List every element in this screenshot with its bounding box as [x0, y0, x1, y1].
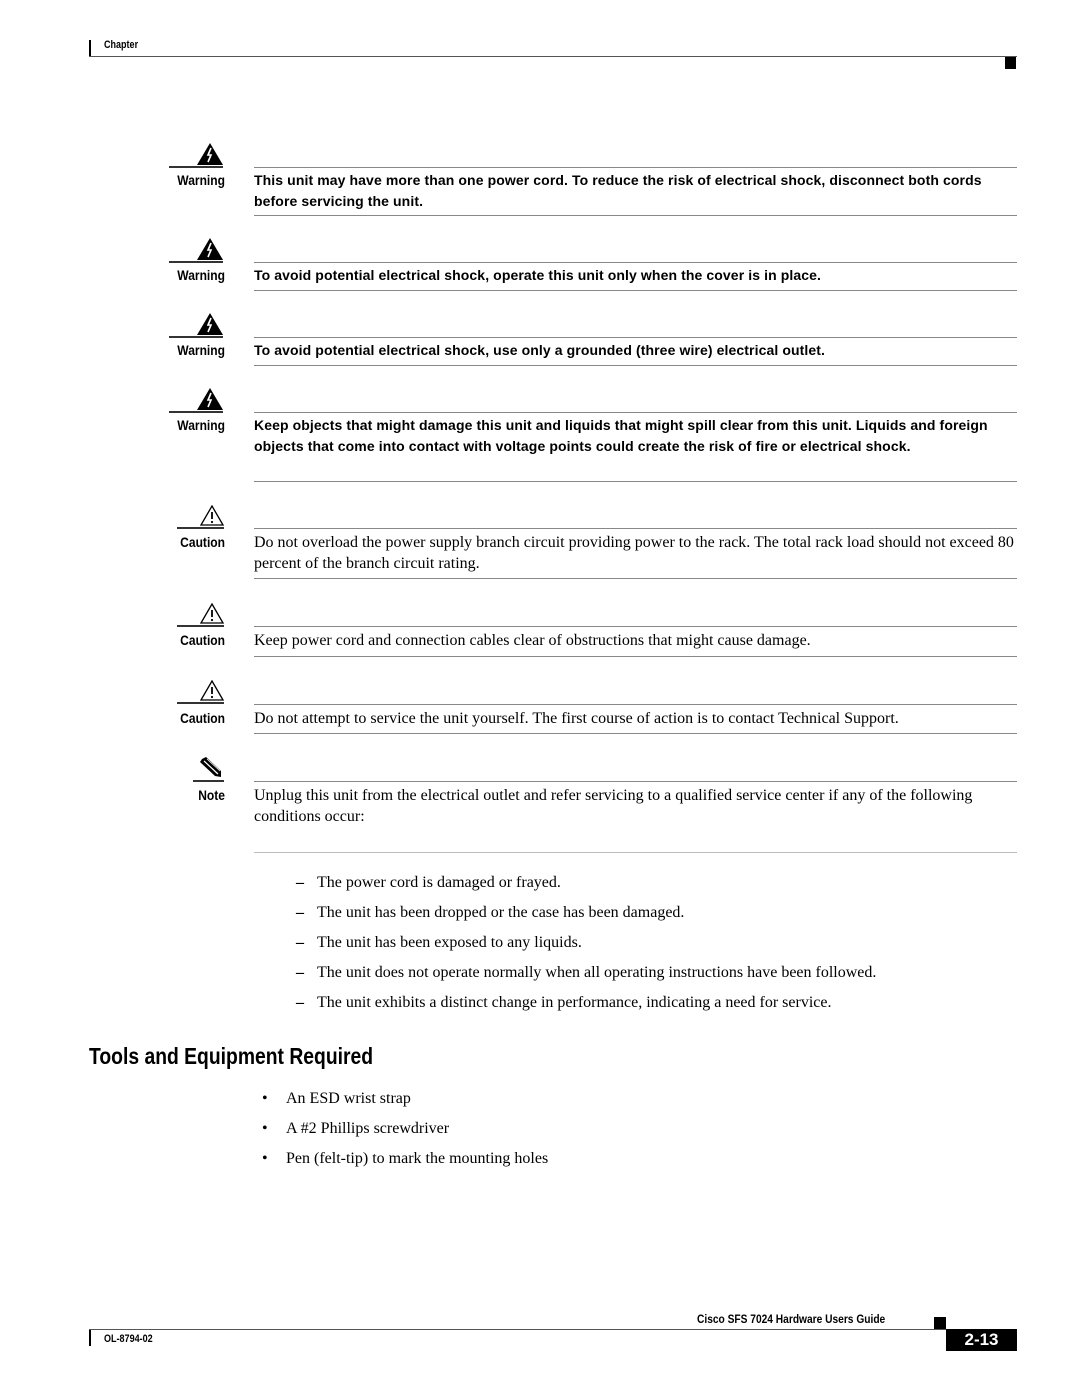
bottom-rule — [254, 215, 1017, 216]
caution-exclamation-icon — [200, 603, 224, 624]
note-text: Unplug this unit from the electrical out… — [254, 787, 973, 825]
dash-marker: – — [296, 964, 304, 981]
list-item-text: The unit exhibits a distinct change in p… — [317, 994, 832, 1011]
caution-exclamation-icon — [200, 505, 224, 526]
top-rule — [254, 412, 1017, 413]
header-chapter-label: Chapter — [104, 39, 139, 51]
header-bar — [89, 40, 91, 56]
list-item-text: A #2 Phillips screwdriver — [286, 1120, 450, 1137]
icon-rule — [169, 166, 223, 168]
caution-exclamation-icon — [200, 680, 224, 701]
note-label: Note — [198, 787, 225, 803]
warning-label: Warning — [177, 342, 225, 358]
bottom-rule — [254, 578, 1017, 579]
warning-label: Warning — [177, 267, 225, 283]
icon-rule — [169, 411, 223, 413]
list-item-text: An ESD wrist strap — [286, 1090, 411, 1107]
bottom-rule — [254, 733, 1017, 734]
caution-label: Caution — [180, 632, 225, 648]
bullet-marker: • — [262, 1120, 268, 1137]
warning-label: Warning — [177, 417, 225, 433]
top-rule — [254, 528, 1017, 529]
icon-rule — [169, 261, 223, 263]
note-pencil-icon — [200, 757, 221, 777]
page-number-badge: 2-13 — [946, 1329, 1017, 1351]
dash-marker: – — [296, 874, 304, 891]
warning-lightning-icon — [197, 313, 223, 335]
bottom-rule — [254, 481, 1017, 482]
warning-text: This unit may have more than one power c… — [254, 172, 982, 209]
top-rule — [254, 167, 1017, 168]
caution-label: Caution — [180, 710, 225, 726]
list-item-text: The power cord is damaged or frayed. — [317, 874, 561, 891]
header-rule — [89, 56, 1017, 57]
icon-rule — [177, 625, 224, 627]
top-rule — [254, 626, 1017, 627]
warning-text: To avoid potential electrical shock, ope… — [254, 267, 822, 283]
dash-marker: – — [296, 904, 304, 921]
top-rule — [254, 781, 1017, 782]
warning-text: To avoid potential electrical shock, use… — [254, 342, 826, 358]
list-item-text: The unit has been exposed to any liquids… — [317, 934, 582, 951]
list-item-text: The unit does not operate normally when … — [317, 964, 877, 981]
bottom-rule — [254, 290, 1017, 291]
icon-rule — [169, 336, 223, 338]
footer-guide-title: Cisco SFS 7024 Hardware Users Guide — [697, 1312, 886, 1326]
top-rule — [254, 337, 1017, 338]
top-rule — [254, 262, 1017, 263]
bottom-rule — [254, 365, 1017, 366]
header-corner-mark — [1005, 57, 1016, 69]
caution-text: Keep power cord and connection cables cl… — [254, 632, 811, 649]
dash-marker: – — [296, 994, 304, 1011]
dash-marker: – — [296, 934, 304, 951]
footer-corner-mark — [934, 1317, 946, 1329]
footer-doc-number: OL-8794-02 — [104, 1333, 153, 1345]
bottom-rule — [254, 656, 1017, 657]
caution-text: Do not attempt to service the unit yours… — [254, 710, 899, 727]
icon-rule — [193, 780, 224, 782]
warning-lightning-icon — [197, 388, 223, 410]
warning-text: Keep objects that might damage this unit… — [254, 417, 988, 454]
caution-text: Do not overload the power supply branch … — [254, 534, 1014, 572]
top-rule — [254, 704, 1017, 705]
bullet-marker: • — [262, 1150, 268, 1167]
bullet-marker: • — [262, 1090, 268, 1107]
list-item-text: Pen (felt-tip) to mark the mounting hole… — [286, 1150, 549, 1167]
section-heading: Tools and Equipment Required — [89, 1043, 374, 1069]
footer-rule — [89, 1329, 946, 1330]
list-item-text: The unit has been dropped or the case ha… — [317, 904, 685, 921]
icon-rule — [177, 702, 224, 704]
bottom-rule — [254, 852, 1017, 853]
footer-bar — [89, 1330, 91, 1346]
warning-lightning-icon — [197, 238, 223, 260]
caution-label: Caution — [180, 534, 225, 550]
icon-rule — [177, 527, 224, 529]
warning-lightning-icon — [197, 143, 223, 165]
warning-label: Warning — [177, 172, 225, 188]
